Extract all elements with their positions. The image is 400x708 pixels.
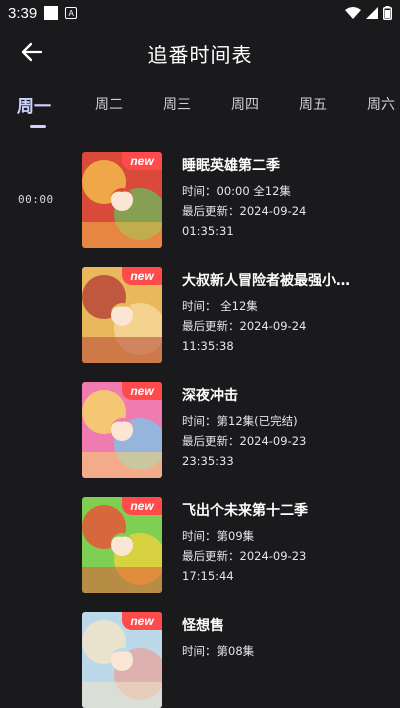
air-time: 时间： 全12集	[182, 299, 258, 313]
new-badge: new	[122, 497, 162, 515]
active-tab-indicator	[30, 125, 46, 128]
anime-title: 深夜冲击	[182, 388, 238, 404]
tab-monday[interactable]: 周一	[17, 92, 51, 117]
air-time: 时间：第12集(已完结)	[182, 414, 298, 428]
anime-card[interactable]: new 怪想售 时间：第08集	[82, 612, 392, 708]
last-updated-time: 01:35:31	[182, 224, 234, 238]
air-time: 时间：第08集	[182, 644, 255, 658]
air-time: 时间：第09集	[182, 529, 255, 543]
new-badge: new	[122, 267, 162, 285]
anime-card[interactable]: new 飞出个未来第十二季 时间：第09集 最后更新：2024-09-23 17…	[82, 497, 392, 593]
tab-saturday[interactable]: 周六	[367, 94, 395, 114]
cover-image: new	[82, 267, 162, 363]
tab-friday[interactable]: 周五	[299, 94, 327, 114]
new-badge: new	[122, 382, 162, 400]
anime-title: 怪想售	[182, 618, 224, 634]
weekday-tabs: 周一 周二 周三 周四 周五 周六	[0, 86, 400, 132]
tab-tuesday[interactable]: 周二	[95, 94, 123, 114]
anime-card[interactable]: new 大叔新人冒险者被最强小… 时间： 全12集 最后更新：2024-09-2…	[82, 267, 392, 363]
app-notification-icon: A	[65, 7, 78, 19]
notification-icon	[44, 6, 59, 20]
tab-thursday[interactable]: 周四	[231, 94, 259, 114]
anime-title: 睡眠英雄第二季	[182, 158, 280, 174]
cover-image: new	[82, 497, 162, 593]
last-updated-time: 11:35:38	[182, 339, 234, 353]
anime-card[interactable]: new 深夜冲击 时间：第12集(已完结) 最后更新：2024-09-23 23…	[82, 382, 392, 478]
last-updated: 最后更新：2024-09-23	[182, 549, 307, 563]
tab-wednesday[interactable]: 周三	[163, 94, 191, 114]
wifi-icon	[345, 7, 361, 19]
app-bar: 追番时间表	[0, 26, 400, 78]
cover-image: new	[82, 152, 162, 248]
arrow-left-icon	[21, 42, 43, 62]
air-time: 时间：00:00 全12集	[182, 184, 291, 198]
status-bar: 3:39 A	[0, 0, 400, 26]
anime-title: 大叔新人冒险者被最强小…	[182, 273, 350, 289]
signal-icon	[366, 7, 378, 19]
time-slot-label: 00:00	[18, 193, 54, 206]
anime-card[interactable]: new 睡眠英雄第二季 时间：00:00 全12集 最后更新：2024-09-2…	[82, 152, 392, 248]
anime-title: 飞出个未来第十二季	[182, 503, 308, 519]
battery-icon	[383, 6, 392, 20]
last-updated-time: 17:15:44	[182, 569, 234, 583]
last-updated: 最后更新：2024-09-23	[182, 434, 307, 448]
cover-image: new	[82, 382, 162, 478]
new-badge: new	[122, 612, 162, 630]
cover-image: new	[82, 612, 162, 708]
last-updated-time: 23:35:33	[182, 454, 234, 468]
status-time: 3:39	[8, 4, 38, 22]
last-updated: 最后更新：2024-09-24	[182, 319, 307, 333]
page-title: 追番时间表	[147, 43, 253, 67]
new-badge: new	[122, 152, 162, 170]
back-button[interactable]	[18, 38, 46, 66]
last-updated: 最后更新：2024-09-24	[182, 204, 307, 218]
